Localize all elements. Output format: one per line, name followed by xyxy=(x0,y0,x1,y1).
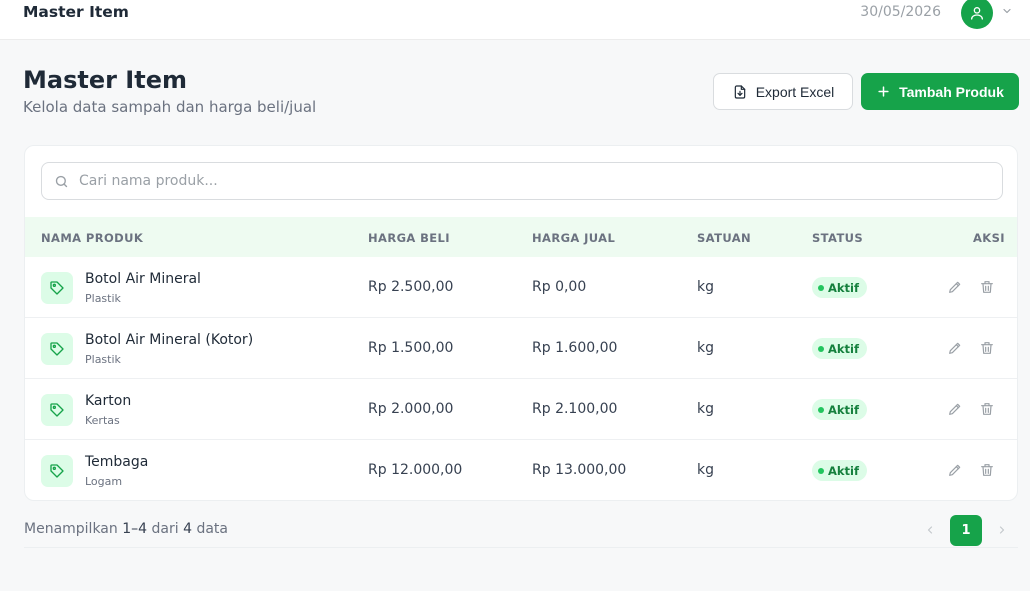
page-button-current[interactable]: 1 xyxy=(950,515,982,546)
table-row: Tembaga Logam Rp 12.000,00 Rp 13.000,00 … xyxy=(25,440,1017,501)
status-label: Aktif xyxy=(828,280,859,295)
file-download-icon xyxy=(734,84,745,99)
product-category: Logam xyxy=(85,475,123,488)
search-input[interactable] xyxy=(79,173,959,189)
column-header-buy-price: HARGA BELI xyxy=(368,231,450,245)
chevron-right-icon xyxy=(999,526,1005,534)
status-badge: Aktif xyxy=(812,399,867,420)
table-row: Botol Air Mineral Plastik Rp 2.500,00 Rp… xyxy=(25,257,1017,318)
page-title: Master Item xyxy=(23,66,187,94)
edit-button[interactable] xyxy=(945,277,965,297)
user-icon xyxy=(971,6,983,20)
summary-total: 4 xyxy=(183,521,192,537)
top-bar: Master Item 30/05/2026 xyxy=(0,0,1030,40)
product-category: Plastik xyxy=(85,292,121,305)
product-category: Plastik xyxy=(85,353,121,366)
status-badge: Aktif xyxy=(812,338,867,359)
product-name: Botol Air Mineral (Kotor) xyxy=(85,332,254,348)
column-header-status: STATUS xyxy=(812,231,864,245)
unit: kg xyxy=(697,401,714,417)
summary-range: 1–4 xyxy=(122,521,148,537)
table-header: NAMA PRODUK HARGA BELI HARGA JUAL SATUAN… xyxy=(25,217,1017,257)
sell-price: Rp 0,00 xyxy=(532,279,587,295)
current-date: 30/05/2026 xyxy=(860,4,941,20)
product-name: Botol Air Mineral xyxy=(85,271,201,287)
tag-icon xyxy=(50,342,64,356)
pagination-summary: Menampilkan 1–4 dari 4 data xyxy=(24,521,228,537)
unit: kg xyxy=(697,462,714,478)
tag-icon xyxy=(50,464,64,478)
buy-price: Rp 2.000,00 xyxy=(368,401,454,417)
delete-button[interactable] xyxy=(977,277,997,297)
search-icon xyxy=(55,175,68,187)
trash-icon xyxy=(981,464,993,476)
status-dot xyxy=(818,345,824,352)
add-product-button[interactable]: Tambah Produk xyxy=(861,73,1019,110)
chevron-down-icon xyxy=(1003,8,1011,14)
export-excel-button[interactable]: Export Excel xyxy=(713,73,853,110)
plus-icon xyxy=(878,86,889,97)
trash-icon xyxy=(981,281,993,293)
buy-price: Rp 12.000,00 xyxy=(368,462,463,478)
product-thumbnail xyxy=(41,333,73,365)
table-row: Botol Air Mineral (Kotor) Plastik Rp 1.5… xyxy=(25,318,1017,379)
app-title: Master Item xyxy=(23,3,129,21)
page-subtitle: Kelola data sampah dan harga beli/jual xyxy=(23,98,317,116)
sell-price: Rp 1.600,00 xyxy=(532,340,618,356)
delete-button[interactable] xyxy=(977,399,997,419)
delete-button[interactable] xyxy=(977,338,997,358)
pencil-icon xyxy=(949,342,961,354)
buy-price: Rp 2.500,00 xyxy=(368,279,454,295)
buy-price: Rp 1.500,00 xyxy=(368,340,454,356)
previous-page-button[interactable] xyxy=(922,521,938,539)
status-label: Aktif xyxy=(828,463,859,478)
pencil-icon xyxy=(949,403,961,415)
tag-icon xyxy=(50,281,64,295)
status-label: Aktif xyxy=(828,341,859,356)
pencil-icon xyxy=(949,464,961,476)
product-category: Kertas xyxy=(85,414,120,427)
status-badge: Aktif xyxy=(812,277,867,298)
status-label: Aktif xyxy=(828,402,859,417)
export-excel-label: Export Excel xyxy=(755,83,835,100)
summary-middle: dari xyxy=(151,521,179,537)
tag-icon xyxy=(50,403,64,417)
sell-price: Rp 2.100,00 xyxy=(532,401,618,417)
trash-icon xyxy=(981,342,993,354)
column-header-unit: SATUAN xyxy=(697,231,752,245)
status-dot xyxy=(818,406,824,413)
product-name: Karton xyxy=(85,393,132,409)
table-row: Karton Kertas Rp 2.000,00 Rp 2.100,00 kg… xyxy=(25,379,1017,440)
status-dot xyxy=(818,284,824,291)
status-dot xyxy=(818,467,824,474)
pencil-icon xyxy=(949,281,961,293)
product-thumbnail xyxy=(41,455,73,487)
edit-button[interactable] xyxy=(945,338,965,358)
user-menu-toggle[interactable] xyxy=(1000,4,1014,18)
product-table-card: NAMA PRODUK HARGA BELI HARGA JUAL SATUAN… xyxy=(24,145,1018,501)
add-product-label: Tambah Produk xyxy=(899,83,1004,100)
summary-prefix: Menampilkan xyxy=(24,521,118,537)
summary-suffix: data xyxy=(196,521,228,537)
sell-price: Rp 13.000,00 xyxy=(532,462,627,478)
column-header-name: NAMA PRODUK xyxy=(41,231,144,245)
chevron-left-icon xyxy=(927,526,933,534)
next-page-button[interactable] xyxy=(994,521,1010,539)
user-avatar[interactable] xyxy=(961,0,993,29)
unit: kg xyxy=(697,279,714,295)
unit: kg xyxy=(697,340,714,356)
trash-icon xyxy=(981,403,993,415)
column-header-sell-price: HARGA JUAL xyxy=(532,231,616,245)
page-heading: Master Item Kelola data sampah dan harga… xyxy=(23,66,316,116)
status-badge: Aktif xyxy=(812,460,867,481)
product-thumbnail xyxy=(41,272,73,304)
product-name: Tembaga xyxy=(85,454,149,470)
product-thumbnail xyxy=(41,394,73,426)
edit-button[interactable] xyxy=(945,460,965,480)
search-box[interactable] xyxy=(41,162,1003,200)
column-header-action: AKSI xyxy=(973,231,1005,245)
edit-button[interactable] xyxy=(945,399,965,419)
delete-button[interactable] xyxy=(977,460,997,480)
